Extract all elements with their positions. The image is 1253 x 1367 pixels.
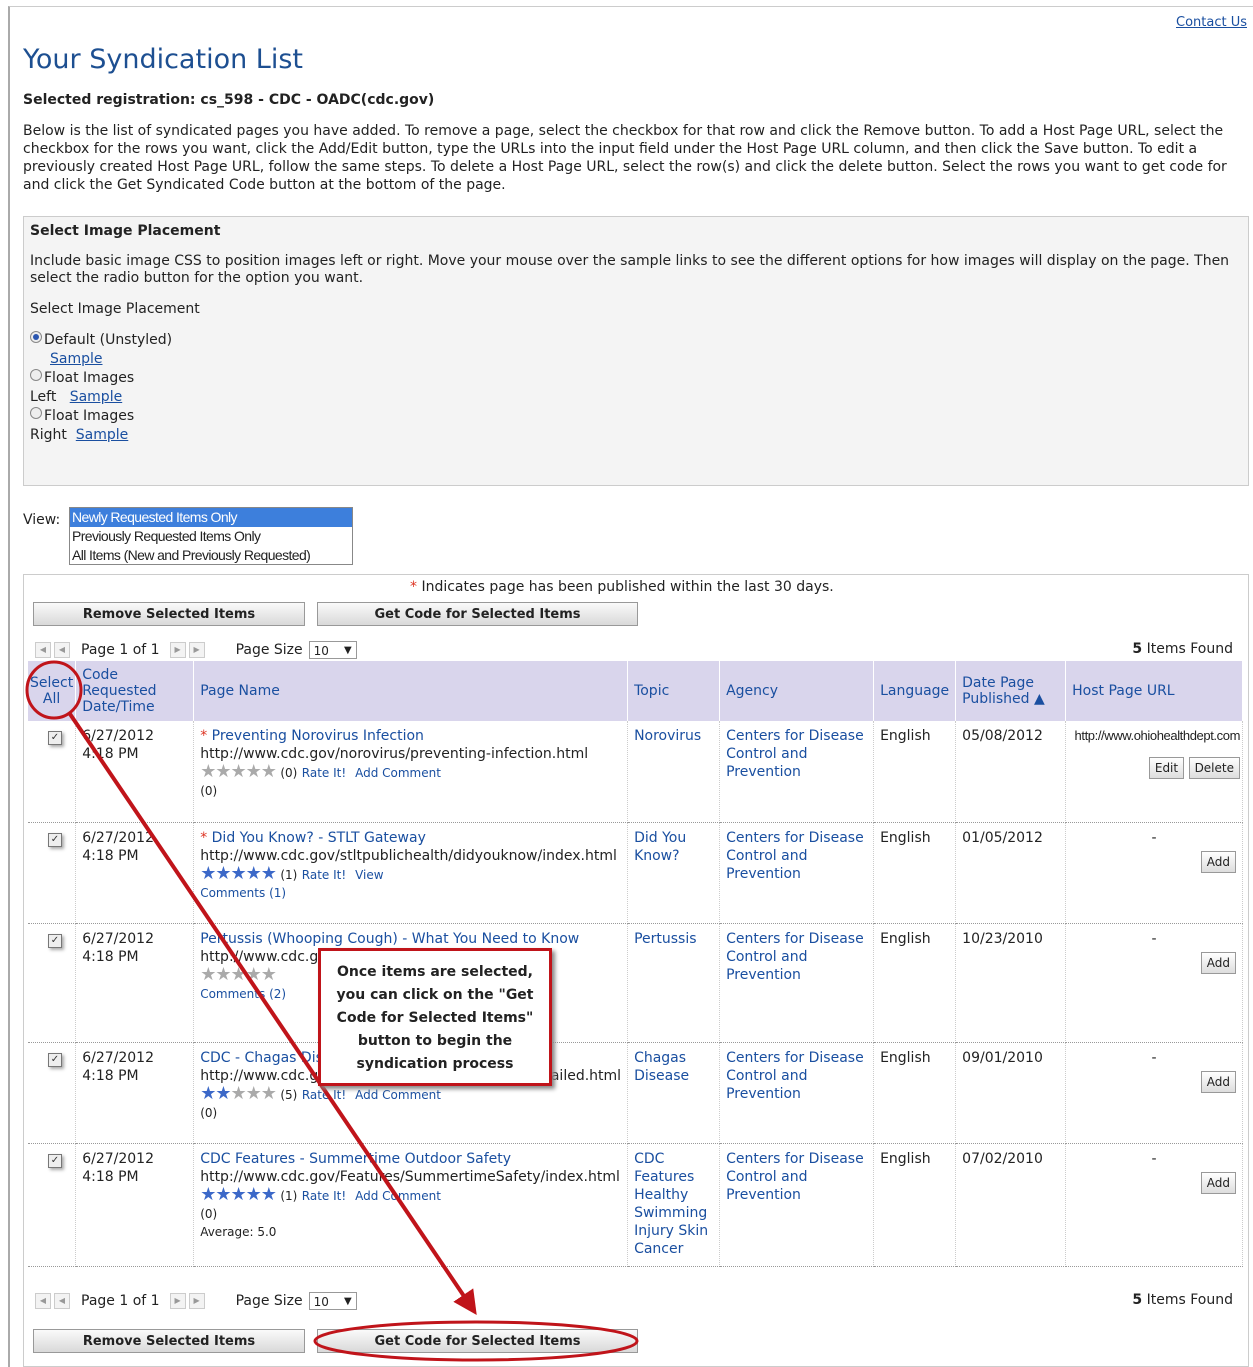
image-placement-description: Include basic image CSS to position imag… [30,253,1230,286]
page-size-select[interactable]: 10 [308,1292,357,1311]
sort-asc-icon: ▲ [1034,691,1045,707]
row-checkbox[interactable]: ✓ [48,1153,62,1168]
contact-us-link[interactable]: Contact Us [1176,15,1247,30]
rate-it-link[interactable]: Rate It! [302,1088,346,1102]
add-host-button[interactable]: Add [1200,1070,1236,1093]
page-name-link[interactable]: Did You Know? - STLT Gateway [212,830,426,846]
sample-link-float-left[interactable]: Sample [70,389,123,405]
rating-stars[interactable]: ★★★★★ [200,863,277,884]
agency-link[interactable]: Centers for Disease Control and Preventi… [726,1050,864,1102]
agency-link[interactable]: Centers for Disease Control and Preventi… [726,728,864,780]
row-checkbox[interactable]: ✓ [48,933,62,948]
first-page-icon[interactable]: ◀ [35,1293,51,1309]
pager-top: ◀ ◀ Page 1 of 1 ▶ ▶ Page Size 10 [35,641,357,660]
language-header: Language [873,661,957,721]
option-float-right[interactable]: Float Images Right Sample [30,407,1242,445]
table-row: ✓ 6/27/2012 4:18 PM Pertussis (Whooping C… [28,923,1243,1043]
agency-header: Agency [719,661,875,721]
selected-registration: Selected registration: cs_598 - CDC - OA… [23,92,435,108]
image-placement-panel: Select Image Placement Include basic ima… [23,216,1249,486]
view-label: View: [23,512,61,528]
radio-float-left[interactable] [30,369,42,381]
items-found-bottom: 5 Items Found [1132,1292,1233,1308]
image-placement-label: Select Image Placement [30,301,200,317]
view-option-all[interactable]: All Items (New and Previously Requested) [70,546,352,565]
recent-notice: * Indicates page has been published with… [410,579,834,595]
option-default[interactable]: Default (Unstyled) Sample [30,331,1242,369]
topic-header: Topic [627,661,721,721]
last-page-icon[interactable]: ▶ [188,642,205,658]
radio-default[interactable] [30,331,42,343]
add-comment-link[interactable]: Add Comment [355,1189,441,1203]
sample-link-default[interactable]: Sample [50,351,103,367]
syndication-table: Select All Code Requested Date/Time Page… [28,661,1243,1267]
comments-link[interactable]: Comments (1) [200,886,286,900]
comments-link[interactable]: Comments (2) [200,987,286,1001]
image-placement-heading: Select Image Placement [30,223,221,239]
page-size-select[interactable]: 10 [308,641,357,660]
sample-link-float-right[interactable]: Sample [76,427,129,443]
annotation-callout: Once items are selected, you can click o… [318,948,552,1086]
next-page-icon[interactable]: ▶ [169,1293,186,1309]
table-row: ✓ 6/27/2012 4:18 PM * Preventing Noroviru… [28,721,1243,823]
page-name-link[interactable]: Pertussis (Whooping Cough) - What You Ne… [200,931,579,947]
add-comment-link[interactable]: Add Comment [355,766,441,780]
prev-page-icon[interactable]: ◀ [54,642,70,658]
row-checkbox[interactable]: ✓ [48,731,62,745]
table-row: ✓ 6/27/2012 4:18 PM CDC - Chagas Disease … [28,1042,1243,1144]
rating-stars[interactable]: ★★★★★ [200,1184,277,1205]
get-code-button-bottom[interactable]: Get Code for Selected Items [317,1329,638,1353]
page-name-link[interactable]: Preventing Norovirus Infection [212,728,424,744]
row-checkbox[interactable]: ✓ [48,1052,62,1067]
topic-link[interactable]: CDC Features Healthy Swimming Injury Ski… [634,1151,708,1257]
add-host-button[interactable]: Add [1200,850,1236,873]
remove-selected-button-bottom[interactable]: Remove Selected Items [33,1329,305,1353]
topic-link[interactable]: Chagas Disease [634,1050,689,1084]
table-row: ✓ 6/27/2012 4:18 PM CDC Features - Summer… [28,1143,1243,1267]
host-url-header: Host Page URL [1065,661,1243,721]
agency-link[interactable]: Centers for Disease Control and Preventi… [726,830,864,882]
last-page-icon[interactable]: ▶ [188,1293,205,1309]
edit-host-button[interactable]: Edit [1148,757,1185,779]
next-page-icon[interactable]: ▶ [169,642,186,658]
remove-selected-button-top[interactable]: Remove Selected Items [33,602,305,626]
page-name-header: Page Name [193,661,629,721]
view-listbox[interactable]: Newly Requested Items Only Previously Re… [69,507,353,565]
topic-link[interactable]: Did You Know? [634,830,686,864]
first-page-icon[interactable]: ◀ [35,642,51,658]
get-code-button-top[interactable]: Get Code for Selected Items [317,602,638,626]
rating-stars[interactable]: ★★★★★ [200,1083,277,1104]
delete-host-button[interactable]: Delete [1188,757,1240,779]
items-found-top: 5 Items Found [1132,641,1233,657]
topic-link[interactable]: Norovirus [634,728,701,744]
agency-link[interactable]: Centers for Disease Control and Preventi… [726,931,864,983]
view-comments-link[interactable]: View [355,868,383,882]
radio-float-right[interactable] [30,407,42,419]
view-option-new[interactable]: Newly Requested Items Only [70,508,352,527]
rating-stars[interactable]: ★★★★★ [200,761,277,782]
prev-page-icon[interactable]: ◀ [54,1293,70,1309]
image-placement-options: Default (Unstyled) Sample Float Images L… [30,331,1242,445]
add-host-button[interactable]: Add [1200,951,1236,974]
table-header: Select All Code Requested Date/Time Page… [28,661,1243,721]
add-host-button[interactable]: Add [1200,1171,1236,1194]
pager-bottom: ◀ ◀ Page 1 of 1 ▶ ▶ Page Size 10 [35,1292,357,1311]
table-row: ✓ 6/27/2012 4:18 PM * Did You Know? - STL… [28,822,1243,924]
rate-it-link[interactable]: Rate It! [302,766,346,780]
page-name-link[interactable]: CDC Features - Summertime Outdoor Safety [200,1151,511,1167]
row-checkbox[interactable]: ✓ [48,832,62,847]
date-published-header[interactable]: Date Page Published ▲ [955,661,1067,721]
rate-it-link[interactable]: Rate It! [302,1189,346,1203]
option-float-left[interactable]: Float Images Left Sample [30,369,1242,407]
rating-stars[interactable]: ★★★★★ [200,964,277,985]
select-all-header[interactable]: Select All [28,661,77,721]
agency-link[interactable]: Centers for Disease Control and Preventi… [726,1151,864,1203]
page-title: Your Syndication List [23,44,303,75]
add-comment-link[interactable]: Add Comment [355,1088,441,1102]
instructions-text: Below is the list of syndicated pages yo… [23,123,1227,193]
rate-it-link[interactable]: Rate It! [302,868,346,882]
code-requested-header: Code Requested Date/Time [75,661,195,721]
topic-link[interactable]: Pertussis [634,931,696,947]
view-option-previous[interactable]: Previously Requested Items Only [70,527,352,546]
